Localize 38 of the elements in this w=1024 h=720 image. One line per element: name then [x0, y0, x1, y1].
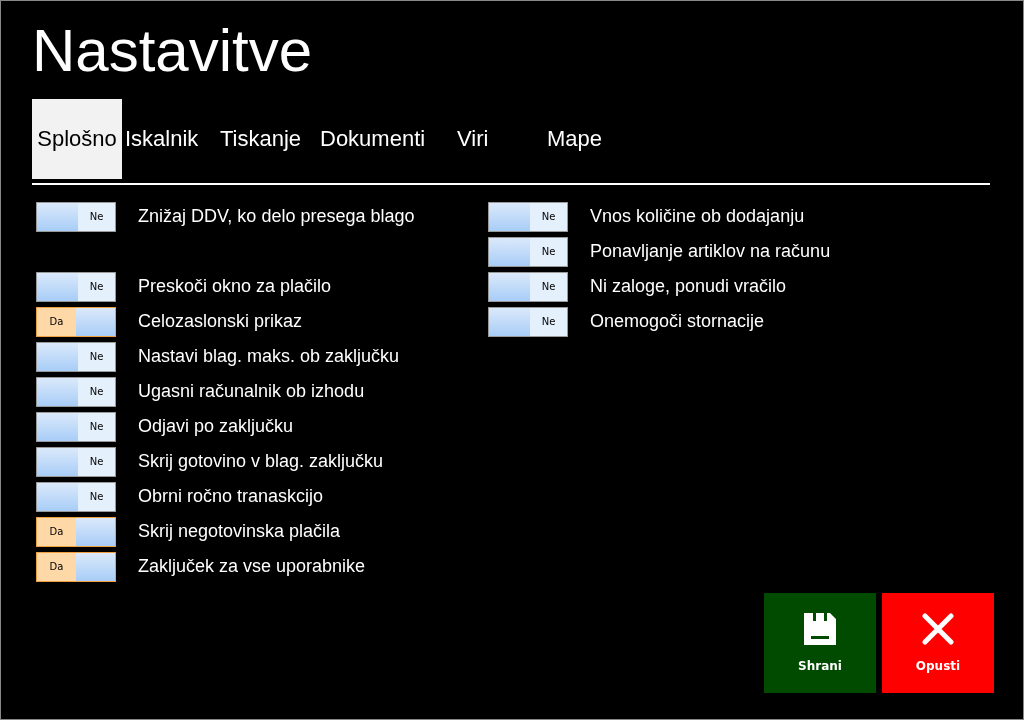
- tab[interactable]: Mape: [544, 99, 606, 179]
- setting-label: Onemogoči stornacije: [590, 311, 765, 332]
- cancel-button[interactable]: Opusti: [882, 593, 994, 693]
- toggle-switch[interactable]: Da: [36, 551, 116, 582]
- toggle-switch[interactable]: Ne: [488, 201, 568, 232]
- setting-label: Skrij gotovino v blag. zaključku: [138, 451, 384, 472]
- toggle-switch[interactable]: Ne: [488, 306, 568, 337]
- toggle-switch[interactable]: Ne: [36, 446, 116, 477]
- toggle-switch[interactable]: Ne: [36, 481, 116, 512]
- close-icon: [922, 613, 954, 645]
- tab[interactable]: Iskalnik: [122, 99, 217, 179]
- tab[interactable]: Splošno: [32, 99, 122, 179]
- window-title: Nastavitve: [32, 21, 314, 86]
- setting-label: Znižaj DDV, ko delo presega blago: [138, 206, 415, 227]
- setting-label: Celozaslonski prikaz: [138, 311, 303, 332]
- toggle-switch[interactable]: Ne: [36, 271, 116, 302]
- toggle-switch[interactable]: Ne: [36, 411, 116, 442]
- toggle-switch[interactable]: Ne: [36, 201, 116, 232]
- toggle-switch[interactable]: Ne: [488, 236, 568, 267]
- tab[interactable]: Viri: [454, 99, 544, 179]
- toggle-switch[interactable]: Da: [36, 516, 116, 547]
- save-button[interactable]: Shrani: [764, 593, 876, 693]
- setting-label: Zaključek za vse uporabnike: [138, 556, 366, 577]
- setting-label: Obrni ročno tranaskcijo: [138, 486, 324, 507]
- setting-label: Ugasni računalnik ob izhodu: [138, 381, 365, 402]
- setting-label: Odjavi po zaključku: [138, 416, 294, 437]
- setting-label: Vnos količine ob dodajanju: [590, 206, 805, 227]
- setting-label: Nastavi blag. maks. ob zaključku: [138, 346, 400, 367]
- setting-label: Ni zaloge, ponudi vračilo: [590, 276, 787, 297]
- toggle-switch[interactable]: Ne: [36, 341, 116, 372]
- setting-label: Preskoči okno za plačilo: [138, 276, 332, 297]
- setting-label: Skrij negotovinska plačila: [138, 521, 341, 542]
- setting-label: Ponavljanje artiklov na računu: [590, 241, 831, 262]
- tab[interactable]: Tiskanje: [217, 99, 317, 179]
- tab[interactable]: Dokumenti: [317, 99, 454, 179]
- toggle-switch[interactable]: Da: [36, 306, 116, 337]
- toggle-switch[interactable]: Ne: [36, 376, 116, 407]
- toggle-switch[interactable]: Ne: [488, 271, 568, 302]
